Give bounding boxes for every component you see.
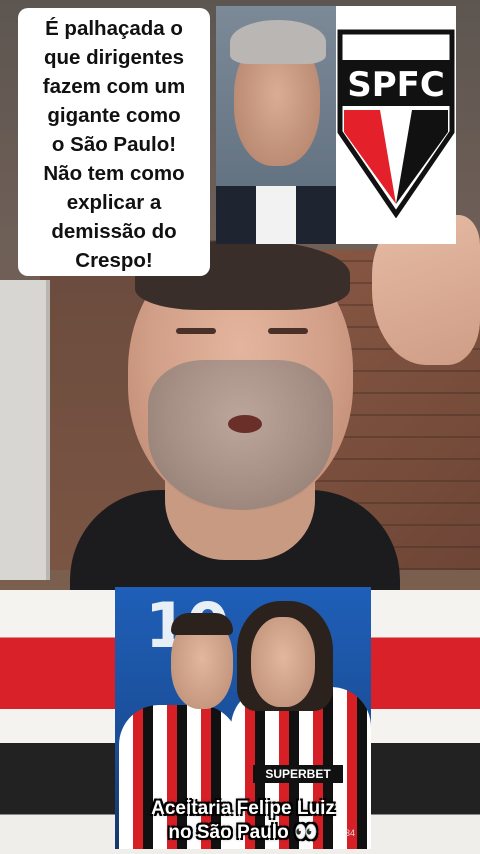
spfc-crest-lettering: SPFC bbox=[347, 65, 445, 105]
coach-shirt bbox=[256, 186, 296, 244]
player-left-hair bbox=[171, 613, 233, 635]
coach-hair bbox=[230, 20, 326, 64]
player-right-face bbox=[251, 617, 315, 707]
jersey-sponsor-label: SUPERBET bbox=[253, 765, 343, 783]
corner-number: 34 bbox=[345, 828, 356, 838]
caption-line: É palhaçada o bbox=[45, 17, 183, 40]
coach-and-crest-image: SPFC bbox=[216, 6, 456, 244]
door bbox=[0, 280, 50, 580]
spfc-crest-logo: SPFC bbox=[337, 29, 455, 218]
caption-line: que dirigentes bbox=[43, 46, 185, 69]
person-eye-left bbox=[176, 328, 216, 334]
person-mouth bbox=[228, 415, 262, 433]
caption-line: explicar a bbox=[66, 191, 162, 214]
caption-line: demissão do bbox=[51, 220, 177, 243]
caption-line: o São Paulo! bbox=[51, 133, 177, 156]
person-eye-right bbox=[268, 328, 308, 334]
players-caption-line: no São Paulo 👀 bbox=[168, 822, 318, 843]
caption-line: Não tem como bbox=[43, 162, 185, 185]
spfc-crest-panel: SPFC bbox=[336, 6, 456, 244]
caption-line: gigante como bbox=[47, 104, 181, 127]
person-beard bbox=[148, 360, 333, 510]
players-caption: Aceitaria Felipe Luiz no São Paulo 👀 bbox=[116, 797, 370, 845]
caption-line: fazem com um bbox=[42, 75, 186, 98]
coach-photo bbox=[216, 6, 336, 244]
caption-box: É palhaçada o que dirigentes fazem com u… bbox=[18, 8, 210, 276]
players-caption-line: Aceitaria Felipe Luiz bbox=[151, 798, 335, 819]
caption-line: Crespo! bbox=[75, 249, 153, 272]
